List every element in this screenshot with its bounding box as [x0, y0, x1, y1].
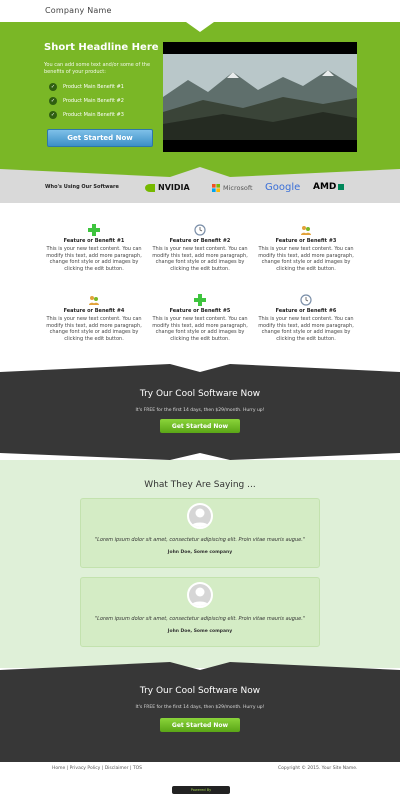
feature-card: Feature or Benefit #4 This is your new t… [46, 294, 142, 342]
cta-title: Try Our Cool Software Now [139, 389, 261, 399]
feature-card: Feature or Benefit #2 This is your new t… [152, 224, 248, 272]
microsoft-windows-icon [212, 184, 220, 192]
cta-get-started-button[interactable]: Get Started Now [160, 419, 240, 433]
user-silhouette-icon [189, 505, 211, 527]
company-name[interactable]: Company Name [45, 6, 112, 15]
clock-icon [300, 294, 312, 306]
testimonial-quote: "Lorem ipsum dolor sit amet, consectetur… [94, 616, 306, 622]
feature-card: Feature or Benefit #3 This is your new t… [258, 224, 354, 272]
cta2-title: Try Our Cool Software Now [139, 686, 261, 696]
benefit-item: ✓ Product Main Benefit #1 [49, 83, 124, 91]
footer-links[interactable]: Home | Privacy Policy | Disclaimer | TOS [52, 766, 142, 771]
avatar [187, 503, 213, 529]
feature-card: Feature or Benefit #6 This is your new t… [258, 294, 354, 342]
people-icon [89, 296, 99, 305]
amd-logo: AMD [313, 182, 345, 192]
nvidia-eye-icon [145, 183, 155, 192]
feature-text: This is your new text content. You can m… [258, 246, 354, 272]
microsoft-logo: Microsoft [212, 184, 253, 192]
user-silhouette-icon [189, 584, 211, 606]
feature-text: This is your new text content. You can m… [46, 316, 142, 342]
plus-icon [88, 224, 100, 236]
cta2-subtext: It's FREE for the first 14 days, then $2… [135, 705, 265, 710]
testimonial-author: John Doe, Some company [167, 550, 233, 555]
avatar [187, 582, 213, 608]
benefit-label: Product Main Benefit #1 [63, 84, 124, 90]
feature-title: Feature or Benefit #4 [63, 308, 125, 314]
footer-copyright: Copyright © 2015. Your Site Name. [278, 766, 358, 771]
people-icon [301, 226, 311, 235]
nvidia-logo: NVIDIA [145, 183, 190, 192]
feature-text: This is your new text content. You can m… [152, 246, 248, 272]
plus-icon [194, 294, 206, 306]
cta-subtext: It's FREE for the first 14 days, then $2… [135, 408, 265, 413]
clock-icon [194, 224, 206, 236]
benefit-item: ✓ Product Main Benefit #2 [49, 97, 124, 105]
feature-title: Feature or Benefit #3 [275, 238, 337, 244]
check-icon: ✓ [49, 111, 57, 119]
feature-card: Feature or Benefit #5 This is your new t… [152, 294, 248, 342]
feature-title: Feature or Benefit #1 [63, 238, 125, 244]
google-logo: Google [265, 182, 301, 193]
hero-subtext: You can add some text and/or some of the… [44, 62, 151, 75]
feature-title: Feature or Benefit #6 [275, 308, 337, 314]
cta2-get-started-button[interactable]: Get Started Now [160, 718, 240, 732]
testimonial-author: John Doe, Some company [167, 629, 233, 634]
check-icon: ✓ [49, 97, 57, 105]
benefit-label: Product Main Benefit #3 [63, 112, 124, 118]
benefit-item: ✓ Product Main Benefit #3 [49, 111, 124, 119]
feature-text: This is your new text content. You can m… [46, 246, 142, 272]
feature-text: This is your new text content. You can m… [258, 316, 354, 342]
feature-title: Feature or Benefit #5 [169, 308, 231, 314]
feature-card: Feature or Benefit #1 This is your new t… [46, 224, 142, 272]
hero-video[interactable] [163, 42, 357, 152]
hero-notch [186, 22, 214, 32]
testimonial-card: "Lorem ipsum dolor sit amet, consectetur… [80, 577, 320, 647]
hero-get-started-button[interactable]: Get Started Now [47, 129, 153, 147]
logos-title: Who's Using Our Software [45, 184, 119, 190]
amd-arrow-icon [338, 184, 345, 190]
feature-text: This is your new text content. You can m… [152, 316, 248, 342]
testimonial-quote: "Lorem ipsum dolor sit amet, consectetur… [94, 537, 306, 543]
benefit-label: Product Main Benefit #2 [63, 98, 124, 104]
mountain-landscape-image [163, 42, 357, 152]
hero-headline: Short Headline Here [44, 42, 159, 53]
check-icon: ✓ [49, 83, 57, 91]
testimonial-card: "Lorem ipsum dolor sit amet, consectetur… [80, 498, 320, 568]
testimonials-title: What They Are Saying ... [144, 480, 256, 490]
powered-by-badge[interactable]: Powered By [172, 786, 230, 794]
cta2-section [0, 670, 400, 762]
feature-title: Feature or Benefit #2 [169, 238, 231, 244]
